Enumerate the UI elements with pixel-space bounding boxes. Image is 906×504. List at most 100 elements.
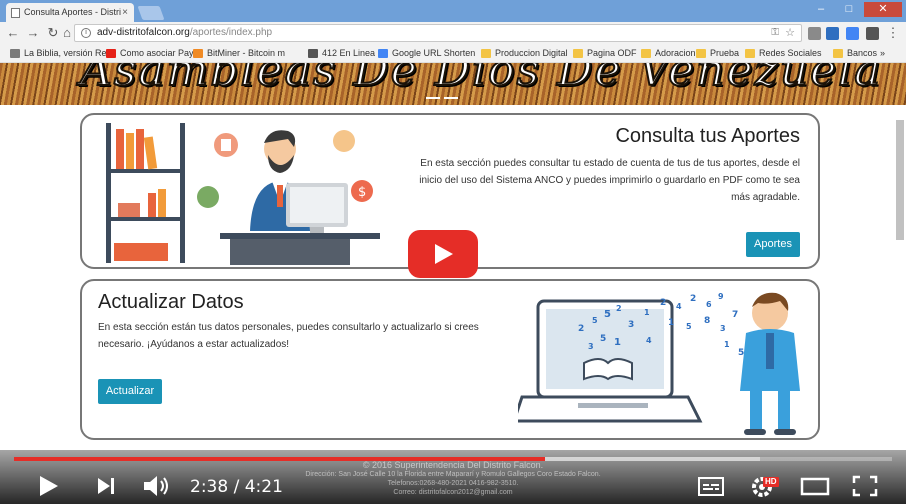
svg-text:$: $ xyxy=(358,185,366,200)
bookmark-icon xyxy=(193,49,203,58)
svg-text:1: 1 xyxy=(614,337,621,348)
svg-text:9: 9 xyxy=(718,292,724,301)
svg-text:3: 3 xyxy=(628,320,634,330)
bookmark-label: Produccion Digital xyxy=(495,48,568,58)
svg-text:6: 6 xyxy=(706,300,712,309)
svg-text:2: 2 xyxy=(616,304,622,313)
bookmark-item[interactable]: Como asociar Payon xyxy=(106,47,204,60)
menu-icon[interactable]: ⋮ xyxy=(884,24,902,42)
bookmark-icon xyxy=(481,49,491,58)
browser-toolbar: ← → ↻ ⌂ i adv-distritofalcon.org/aportes… xyxy=(0,22,906,44)
video-controls: © 2016 Superintendencia Del Distrito Fal… xyxy=(0,450,906,504)
bookmark-icon xyxy=(378,49,388,58)
aportes-description: En esta sección puedes consultar tu esta… xyxy=(419,158,800,203)
svg-text:3: 3 xyxy=(588,342,594,351)
page-favicon-icon xyxy=(11,8,20,18)
bookmark-label: Adoracion xyxy=(655,48,696,58)
bookmark-item[interactable]: Pagina ODF xyxy=(573,47,637,60)
page-scrollbar[interactable] xyxy=(896,120,904,240)
bookmark-label: Google URL Shorten xyxy=(392,48,476,58)
actualizar-illustration: 25 52 35 13 12 42 69 15 83 71 54 xyxy=(518,292,800,435)
play-icon[interactable] xyxy=(38,474,60,498)
next-icon[interactable] xyxy=(96,474,118,498)
bookmark-item[interactable]: La Biblia, versión Re xyxy=(10,47,107,60)
aportes-title: Consulta tus Aportes xyxy=(615,125,800,147)
footer-line: Telefonos:0268-480-2021 0416-982-3510. xyxy=(387,480,519,487)
bookmark-star-icon[interactable]: ☆ xyxy=(785,25,795,41)
url-host: adv-distritofalcon.org xyxy=(97,27,190,38)
bookmark-icon xyxy=(10,49,20,58)
bookmark-icon xyxy=(696,49,706,58)
extension-icon[interactable] xyxy=(846,27,859,40)
svg-text:1: 1 xyxy=(644,308,650,317)
svg-text:7: 7 xyxy=(732,310,738,320)
big-play-button[interactable] xyxy=(408,230,478,278)
bookmarks-bar: La Biblia, versión Re Como asociar Payon B… xyxy=(0,44,906,63)
tab-close-icon[interactable]: × xyxy=(122,3,128,22)
svg-text:5: 5 xyxy=(592,316,598,325)
bookmark-icon xyxy=(745,49,755,58)
volume-icon[interactable] xyxy=(142,474,172,498)
aportes-button[interactable]: Aportes xyxy=(746,232,800,257)
aportes-illustration: $ xyxy=(106,123,380,265)
back-arrow-icon[interactable]: ← xyxy=(4,24,22,42)
svg-text:4: 4 xyxy=(646,336,652,345)
bookmark-label: Redes Sociales xyxy=(759,48,822,58)
extension-icon[interactable] xyxy=(826,27,839,40)
svg-text:1: 1 xyxy=(724,340,730,349)
extension-icon[interactable] xyxy=(866,27,879,40)
bookmark-item[interactable]: Google URL Shorten xyxy=(378,47,475,60)
bookmark-item[interactable]: Prueba xyxy=(696,47,739,60)
bookmark-item[interactable]: BitMiner - Bitcoin m xyxy=(193,47,285,60)
bookmark-item[interactable]: Redes Sociales xyxy=(745,47,822,60)
bookmark-icon xyxy=(573,49,583,58)
minimize-icon[interactable]: – xyxy=(808,2,834,17)
svg-text:4: 4 xyxy=(676,302,682,311)
bookmark-item[interactable]: Adoracion xyxy=(641,47,696,60)
svg-text:2: 2 xyxy=(660,298,666,308)
svg-text:2: 2 xyxy=(690,294,696,304)
site-info-icon[interactable]: i xyxy=(81,28,91,38)
bookmark-label: BitMiner - Bitcoin m xyxy=(207,48,286,58)
actualizar-button[interactable]: Actualizar xyxy=(98,379,162,404)
actualizar-card: Actualizar Datos En esta sección están t… xyxy=(80,279,820,440)
bookmark-icon xyxy=(833,49,843,58)
site-footer: © 2016 Superintendencia Del Distrito Fal… xyxy=(300,460,606,497)
bookmark-item[interactable]: Bancos xyxy=(833,47,877,60)
actualizar-title: Actualizar Datos xyxy=(98,291,244,313)
forward-arrow-icon[interactable]: → xyxy=(24,24,42,42)
svg-text:5: 5 xyxy=(604,309,611,320)
time-display: 2:38 / 4:21 xyxy=(190,477,283,497)
key-icon[interactable]: ⚿ xyxy=(771,25,779,41)
tab-title: Consulta Aportes - Distri xyxy=(24,7,122,17)
address-bar[interactable]: i adv-distritofalcon.org/aportes/index.p… xyxy=(74,24,802,42)
url-path: /aportes/index.php xyxy=(189,27,273,38)
extension-icon[interactable] xyxy=(808,27,821,40)
fullscreen-icon[interactable] xyxy=(852,474,878,498)
subtitles-icon[interactable] xyxy=(698,474,724,498)
bookmark-label: Pagina ODF xyxy=(587,48,637,58)
svg-text:1: 1 xyxy=(668,318,674,328)
maximize-icon[interactable]: □ xyxy=(836,2,862,17)
bookmark-label: La Biblia, versión Re xyxy=(24,48,107,58)
svg-text:5: 5 xyxy=(600,334,606,344)
bookmark-item[interactable]: Produccion Digital xyxy=(481,47,568,60)
theater-mode-icon[interactable] xyxy=(800,474,830,498)
progress-bar[interactable] xyxy=(14,457,892,461)
svg-text:3: 3 xyxy=(720,324,726,333)
bookmark-label: Como asociar Payon xyxy=(120,48,204,58)
new-tab-button[interactable] xyxy=(137,6,165,20)
bookmark-label: 412 En Linea xyxy=(322,48,376,58)
bookmarks-overflow-icon[interactable]: » xyxy=(880,47,885,60)
carousel-indicators[interactable] xyxy=(426,86,462,104)
played-bar xyxy=(14,457,546,461)
svg-text:2: 2 xyxy=(578,324,584,334)
bookmark-item[interactable]: 412 En Linea xyxy=(308,47,375,60)
bookmark-icon xyxy=(308,49,318,58)
browser-titlebar: Consulta Aportes - Distri × – □ ✕ xyxy=(0,0,906,22)
bookmark-icon xyxy=(641,49,651,58)
svg-text:5: 5 xyxy=(738,348,744,358)
banner-title: Asambleas De Dios De Venezuela xyxy=(79,63,883,97)
close-window-icon[interactable]: ✕ xyxy=(864,2,902,17)
browser-tab[interactable]: Consulta Aportes - Distri × xyxy=(6,3,134,22)
